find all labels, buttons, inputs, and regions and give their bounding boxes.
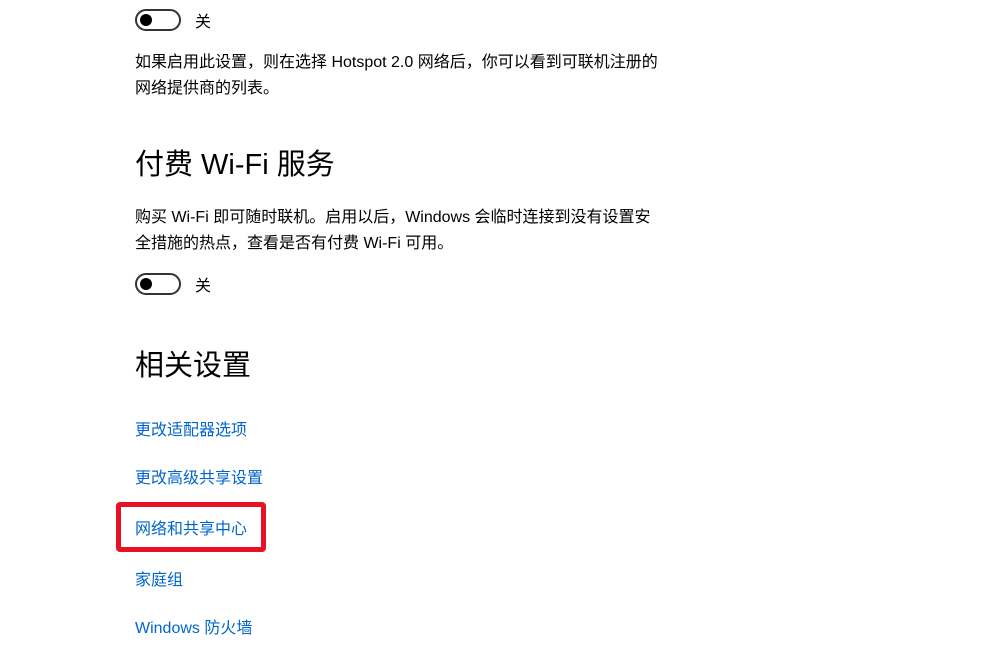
hotspot-toggle[interactable]: [135, 9, 181, 31]
hotspot-description: 如果启用此设置，则在选择 Hotspot 2.0 网络后，你可以看到可联机注册的…: [135, 50, 665, 101]
related-settings-heading: 相关设置: [135, 342, 997, 384]
link-adapter-options[interactable]: 更改适配器选项: [135, 404, 247, 452]
toggle-knob-icon: [140, 14, 152, 26]
toggle-knob-icon: [140, 278, 152, 290]
paid-wifi-description: 购买 Wi-Fi 即可随时联机。启用以后，Windows 会临时连接到没有设置安…: [135, 205, 665, 256]
paid-wifi-heading: 付费 Wi-Fi 服务: [135, 141, 997, 183]
paid-wifi-toggle-label: 关: [195, 272, 211, 296]
paid-wifi-toggle[interactable]: [135, 273, 181, 295]
link-advanced-sharing[interactable]: 更改高级共享设置: [135, 452, 263, 500]
highlight-annotation: 网络和共享中心: [116, 502, 266, 552]
link-network-sharing-center[interactable]: 网络和共享中心: [135, 515, 247, 539]
link-homegroup[interactable]: 家庭组: [135, 554, 183, 602]
link-windows-firewall[interactable]: Windows 防火墙: [135, 602, 252, 650]
hotspot-toggle-label: 关: [195, 8, 211, 32]
